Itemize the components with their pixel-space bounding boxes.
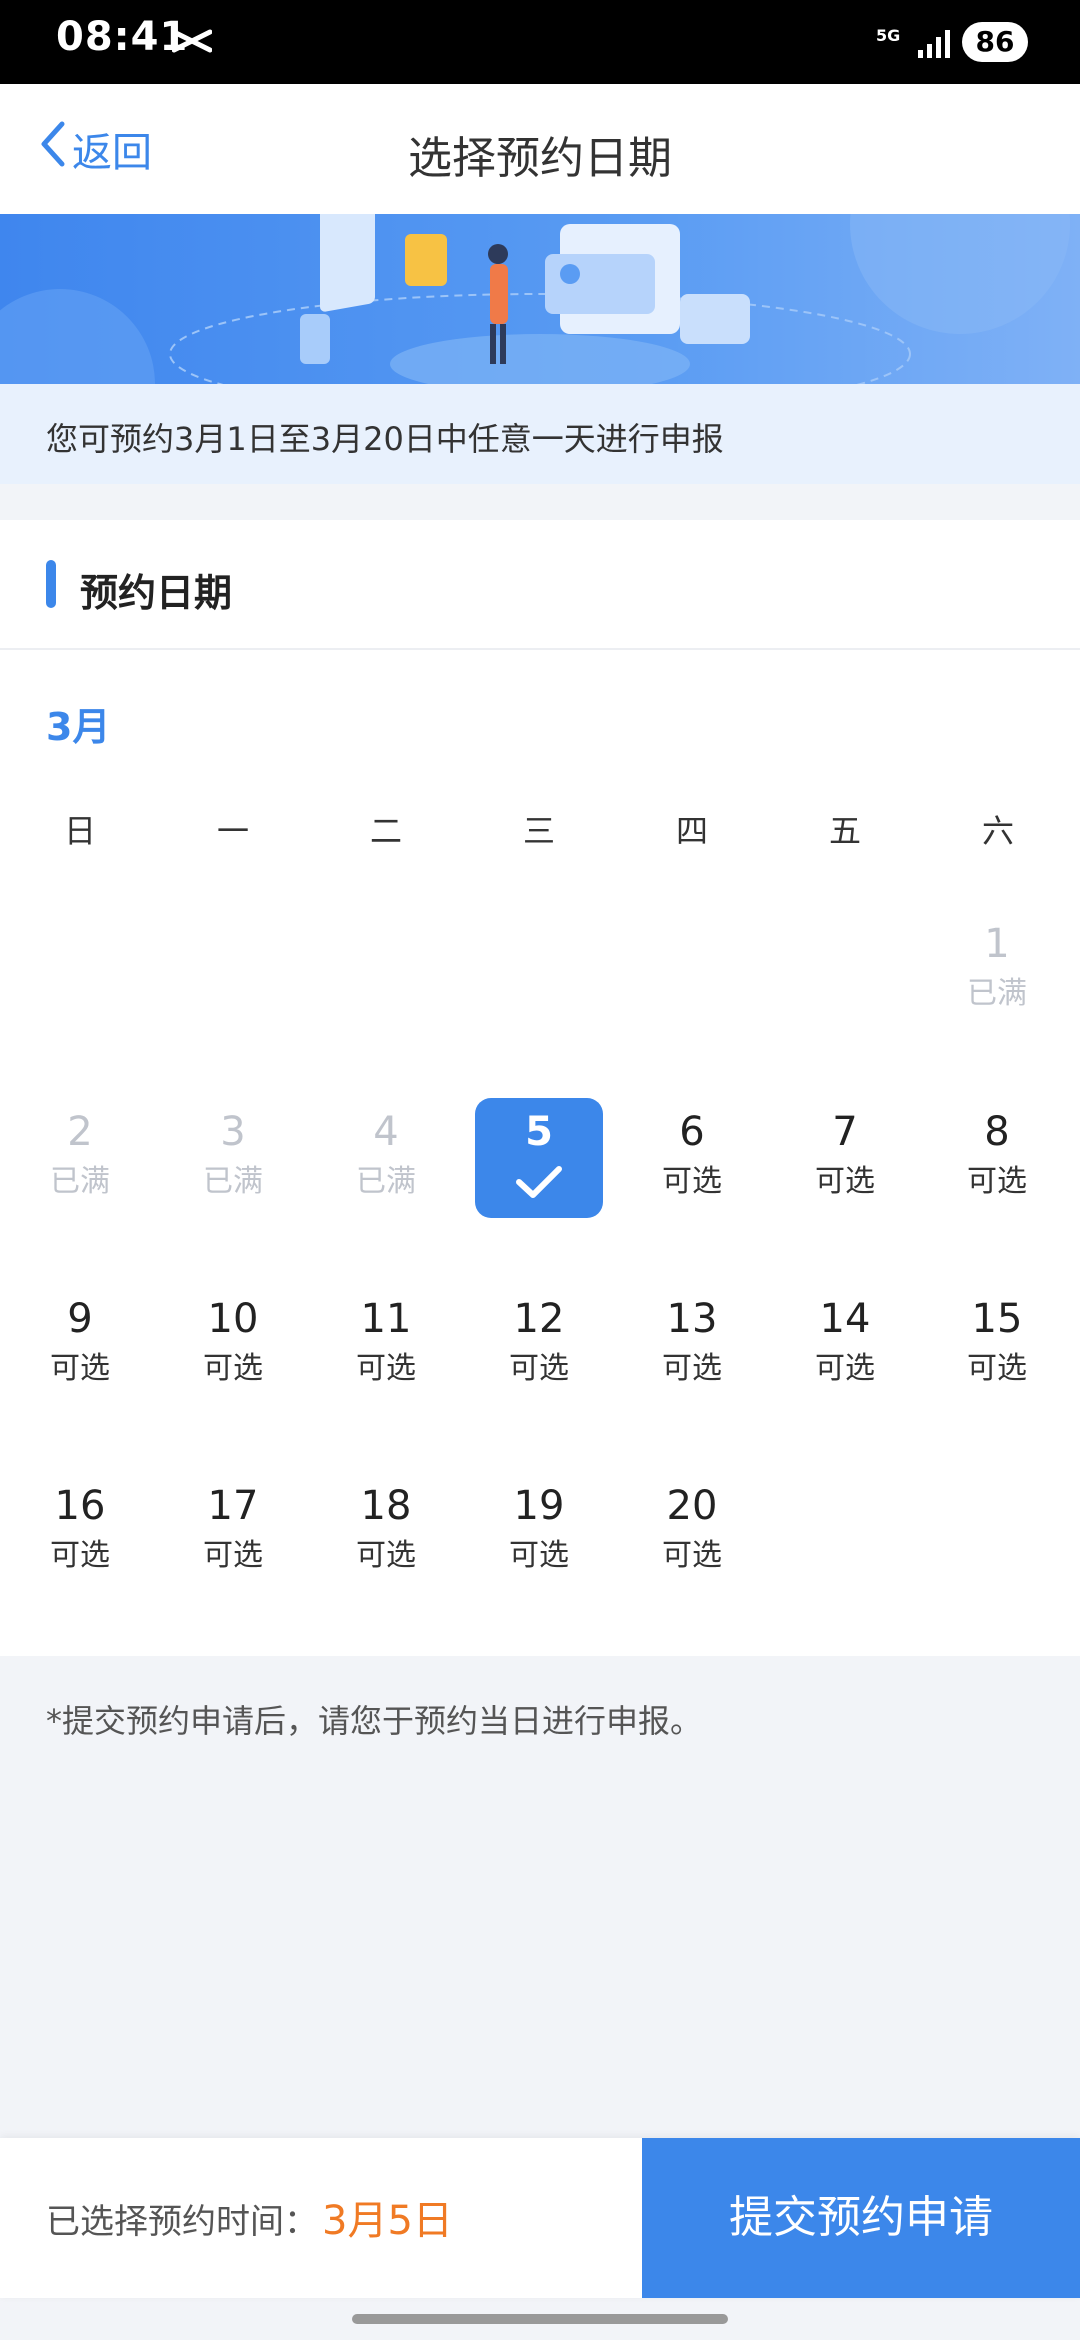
calendar-day[interactable]: 14 可选	[781, 1285, 909, 1405]
booking-notice: 您可预约3月1日至3月20日中任意一天进行申报	[0, 384, 1080, 484]
day-status: 可选	[815, 1351, 875, 1386]
day-number: 13	[666, 1296, 718, 1342]
calendar-day[interactable]: 15 可选	[933, 1285, 1061, 1405]
day-number: 20	[666, 1483, 718, 1529]
day-number: 14	[819, 1296, 871, 1342]
calendar-day[interactable]: 13 可选	[628, 1285, 756, 1405]
section-header: 预约日期	[0, 520, 1080, 650]
day-number: 16	[54, 1483, 106, 1529]
bottom-bar: 已选择预约时间： 3月5日 提交预约申请	[0, 2138, 1080, 2298]
day-number: 12	[513, 1296, 565, 1342]
submit-booking-button[interactable]: 提交预约申请	[642, 2138, 1080, 2298]
page-title: 选择预约日期	[408, 133, 672, 184]
day-number: 8	[984, 1109, 1010, 1155]
day-number: 19	[513, 1483, 565, 1529]
calendar-day[interactable]: 7 可选	[781, 1098, 909, 1218]
day-number: 4	[373, 1109, 399, 1155]
status-bar: 08:41 5G 86	[0, 0, 1080, 84]
day-number: 6	[679, 1109, 705, 1155]
nav-bar: 返回 选择预约日期	[0, 84, 1080, 214]
calendar-card: 预约日期 3月 日 一 二 三 四 五 六 1 已满 2 已满 3 已满 4 已…	[0, 520, 1080, 1656]
calendar-day[interactable]: 6 可选	[628, 1098, 756, 1218]
day-number: 10	[207, 1296, 259, 1342]
day-status: 可选	[509, 1351, 569, 1386]
day-status: 已满	[203, 1164, 263, 1199]
weekday-tue: 二	[369, 812, 402, 850]
scissors-icon	[171, 28, 213, 58]
day-number: 5	[525, 1109, 553, 1155]
status-time: 08:41	[56, 14, 189, 60]
calendar-day[interactable]: 12 可选	[475, 1285, 603, 1405]
network-type: 5G	[876, 26, 901, 45]
calendar-day: 3 已满	[169, 1098, 297, 1218]
weekday-sat: 六	[981, 812, 1014, 850]
calendar-day[interactable]: 20 可选	[628, 1472, 756, 1592]
day-status: 可选	[50, 1538, 110, 1573]
calendar-day: 4 已满	[322, 1098, 450, 1218]
notice-text: 您可预约3月1日至3月20日中任意一天进行申报	[46, 420, 724, 458]
calendar-day: 2 已满	[16, 1098, 144, 1218]
calendar-day[interactable]: 10 可选	[169, 1285, 297, 1405]
calendar-day-selected[interactable]: 5	[475, 1098, 603, 1218]
weekday-thu: 四	[675, 812, 708, 850]
day-number: 1	[984, 921, 1010, 967]
day-status: 可选	[662, 1351, 722, 1386]
day-status: 可选	[815, 1164, 875, 1199]
month-label: 3月	[46, 705, 111, 749]
section-title: 预约日期	[80, 571, 233, 615]
checkmark-icon	[475, 1162, 603, 1206]
selected-date-label: 已选择预约时间：	[46, 2202, 318, 2242]
day-status: 可选	[967, 1164, 1027, 1199]
signal-icon	[918, 30, 952, 62]
footnote-text: *提交预约申请后，请您于预约当日进行申报。	[46, 1702, 703, 1740]
weekday-mon: 一	[216, 812, 249, 850]
weekday-sun: 日	[63, 812, 96, 850]
day-status: 可选	[50, 1351, 110, 1386]
day-status: 可选	[509, 1538, 569, 1573]
calendar-day: 1 已满	[933, 910, 1061, 1030]
calendar-day[interactable]: 18 可选	[322, 1472, 450, 1592]
calendar-day[interactable]: 8 可选	[933, 1098, 1061, 1218]
day-status: 可选	[662, 1164, 722, 1199]
day-number: 7	[832, 1109, 858, 1155]
day-number: 11	[360, 1296, 412, 1342]
day-number: 9	[67, 1296, 93, 1342]
day-status: 已满	[50, 1164, 110, 1199]
battery-indicator: 86	[962, 22, 1028, 62]
section-accent-bar	[46, 560, 56, 608]
day-status: 可选	[967, 1351, 1027, 1386]
day-status: 可选	[356, 1351, 416, 1386]
home-indicator[interactable]	[352, 2314, 728, 2324]
calendar-day[interactable]: 11 可选	[322, 1285, 450, 1405]
banner-illustration	[0, 214, 1080, 384]
day-status: 可选	[203, 1351, 263, 1386]
day-status: 可选	[662, 1538, 722, 1573]
calendar-day[interactable]: 17 可选	[169, 1472, 297, 1592]
day-number: 18	[360, 1483, 412, 1529]
day-number: 3	[220, 1109, 246, 1155]
day-status: 已满	[967, 976, 1027, 1011]
day-status: 可选	[203, 1538, 263, 1573]
weekday-fri: 五	[828, 812, 861, 850]
day-status: 已满	[356, 1164, 416, 1199]
selected-date-value: 3月5日	[322, 2198, 453, 2244]
day-number: 17	[207, 1483, 259, 1529]
weekday-wed: 三	[522, 812, 555, 850]
calendar-day[interactable]: 9 可选	[16, 1285, 144, 1405]
day-status: 可选	[356, 1538, 416, 1573]
calendar-day[interactable]: 19 可选	[475, 1472, 603, 1592]
calendar-day[interactable]: 16 可选	[16, 1472, 144, 1592]
day-number: 2	[67, 1109, 93, 1155]
day-number: 15	[971, 1296, 1023, 1342]
